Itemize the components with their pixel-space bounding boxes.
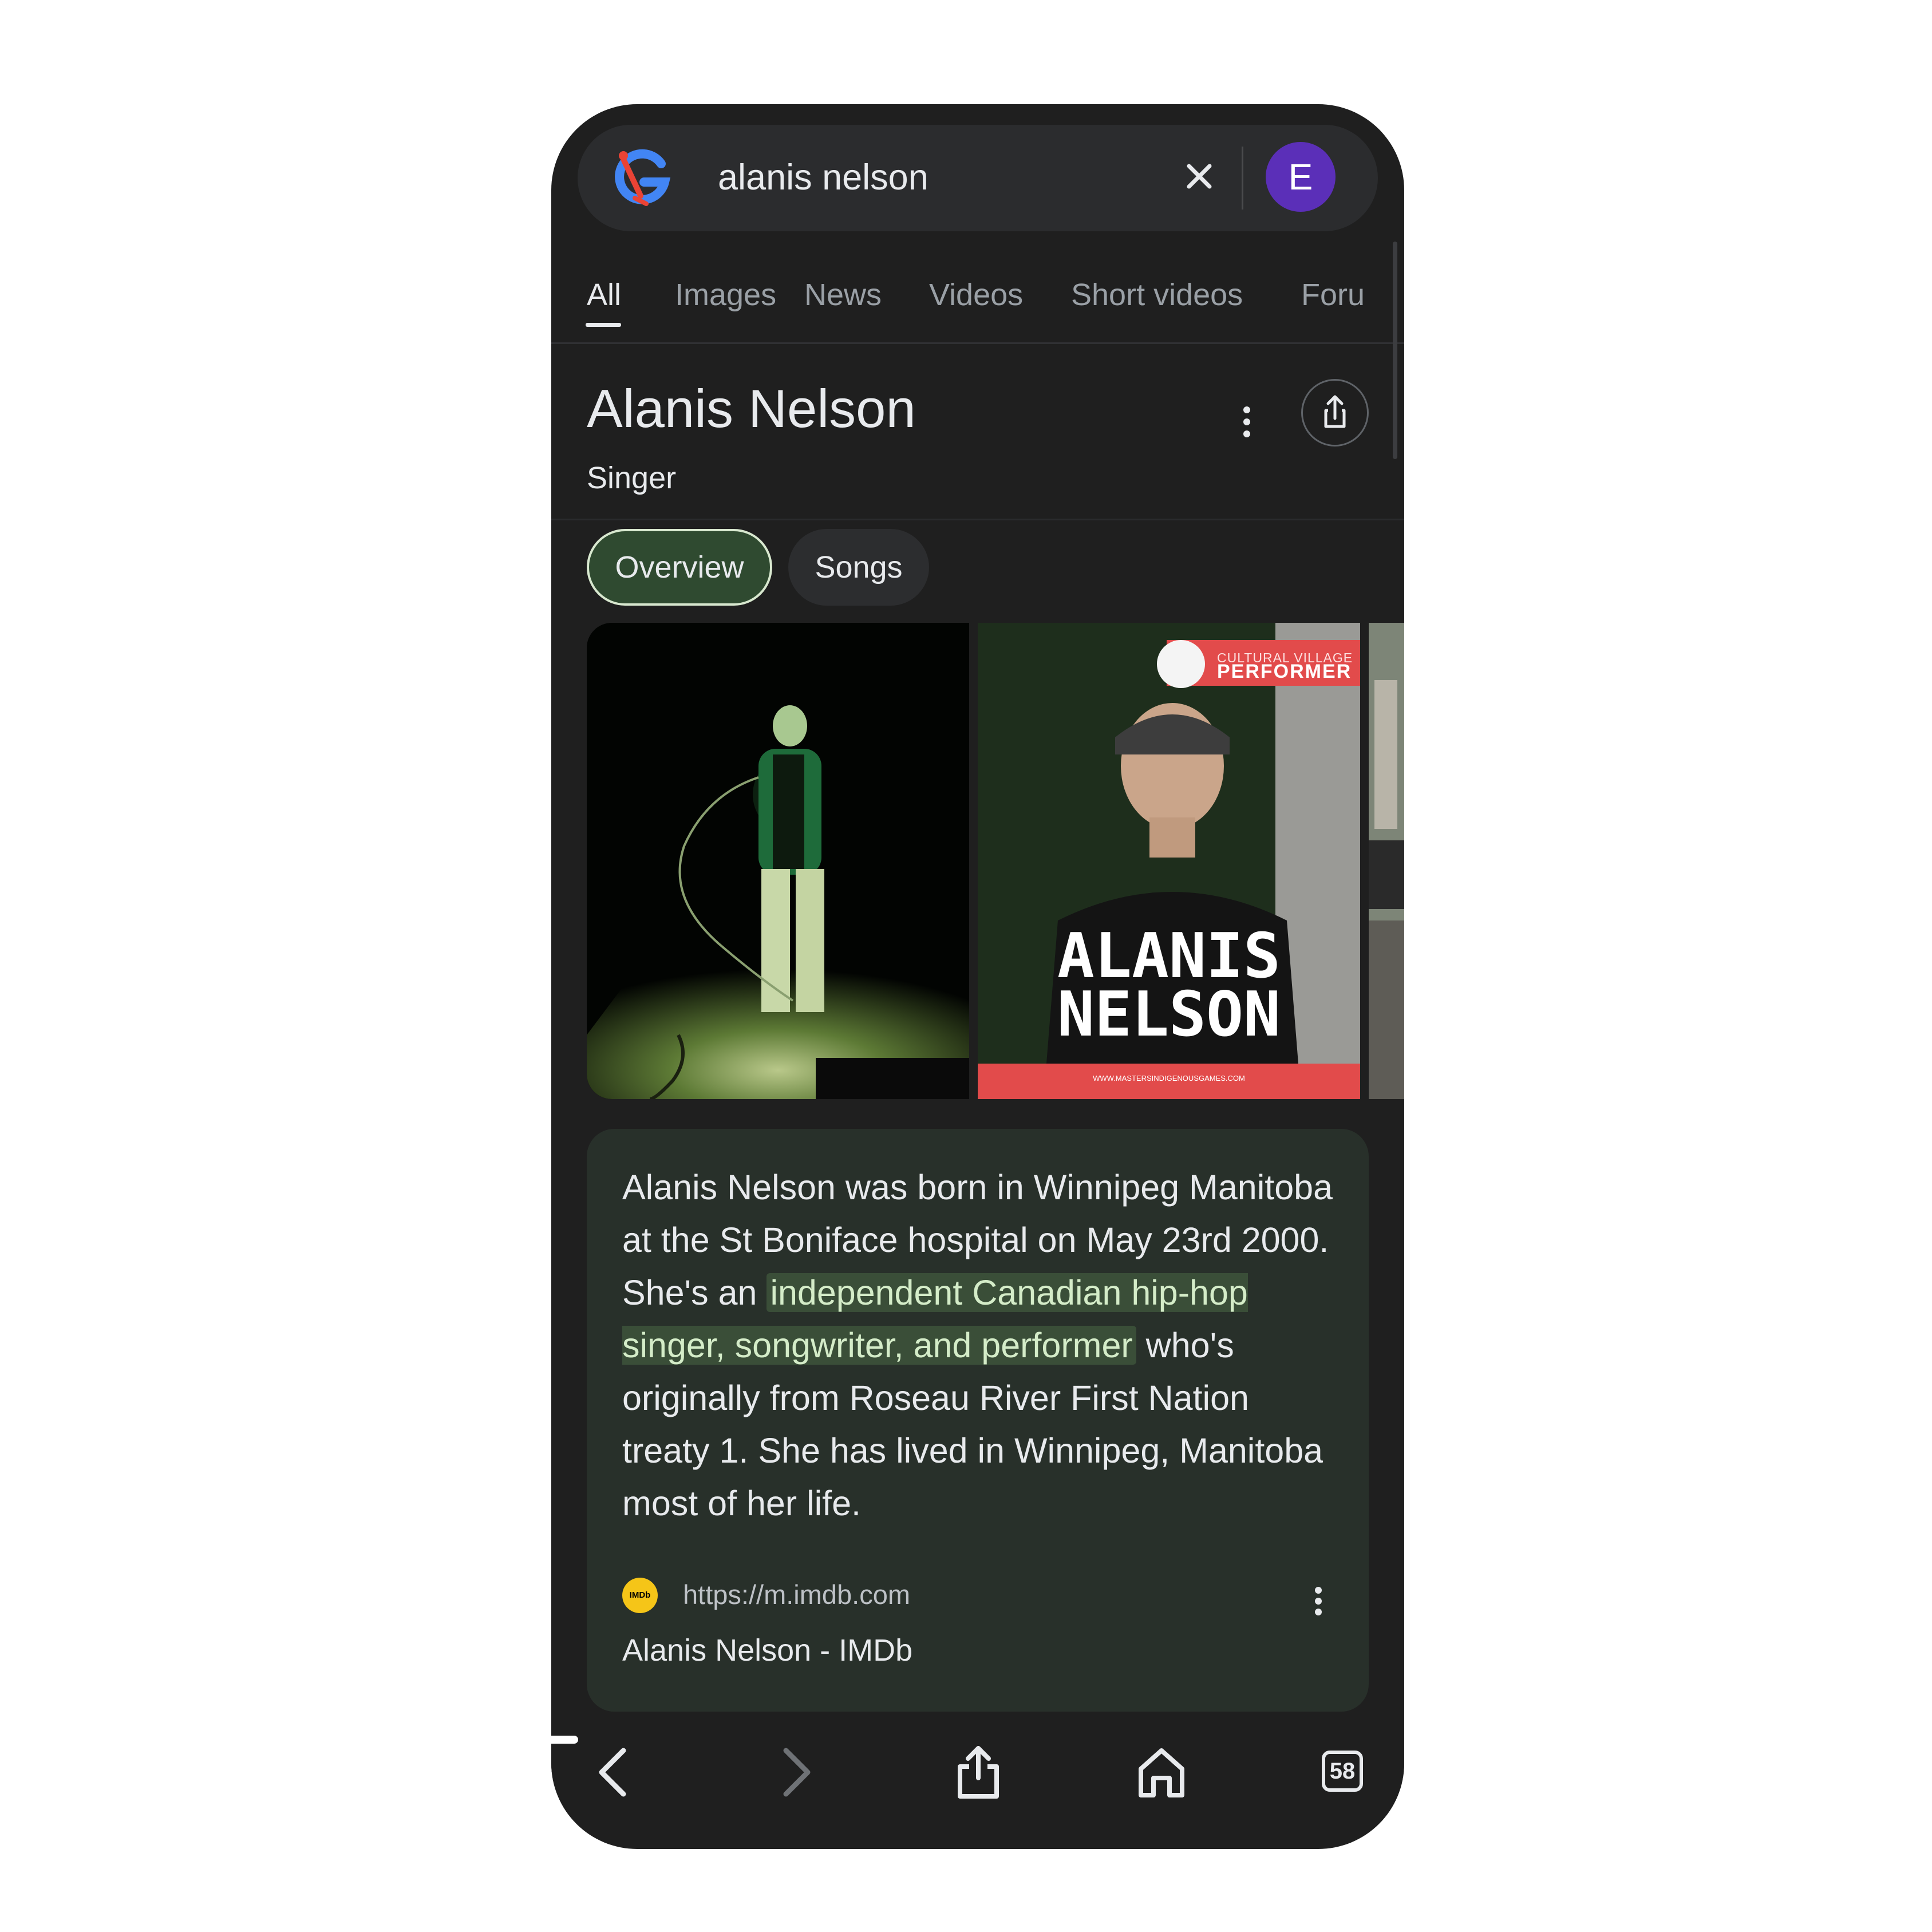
back-arrow-icon[interactable] bbox=[586, 1744, 643, 1801]
share-button[interactable] bbox=[1301, 379, 1369, 447]
search-tabs: All Images News Videos Short videos Foru bbox=[551, 266, 1404, 333]
tabs-divider bbox=[551, 342, 1404, 344]
source-title[interactable]: Alanis Nelson - IMDb bbox=[622, 1633, 912, 1668]
imdb-logo-icon: IMDb bbox=[622, 1578, 658, 1613]
share-icon bbox=[1324, 395, 1346, 428]
home-gesture-bar[interactable] bbox=[275, 1736, 578, 1744]
active-tab-indicator bbox=[586, 323, 621, 327]
search-divider bbox=[1242, 147, 1243, 210]
chip-songs[interactable]: Songs bbox=[788, 529, 929, 606]
home-icon[interactable] bbox=[1133, 1744, 1190, 1801]
header-divider bbox=[551, 519, 1404, 520]
scrollbar[interactable] bbox=[1393, 242, 1397, 459]
description-card: Alanis Nelson was born in Winnipeg Manit… bbox=[587, 1129, 1369, 1712]
image-third-partial[interactable] bbox=[1369, 623, 1404, 1099]
google-logo-icon[interactable] bbox=[612, 147, 671, 208]
entity-subtitle: Singer bbox=[587, 461, 677, 495]
search-bar[interactable]: alanis nelson E bbox=[578, 125, 1378, 231]
poster-footer: WWW.MASTERSINDIGENOUSGAMES.COM bbox=[1093, 1074, 1245, 1082]
description-text: Alanis Nelson was born in Winnipeg Manit… bbox=[622, 1161, 1344, 1530]
tab-images[interactable]: Images bbox=[675, 277, 776, 313]
source-url[interactable]: https://m.imdb.com bbox=[683, 1579, 910, 1610]
entity-title: Alanis Nelson bbox=[587, 378, 916, 438]
tab-forums[interactable]: Foru bbox=[1301, 277, 1365, 313]
chip-overview[interactable]: Overview bbox=[587, 529, 772, 606]
poster-badge-line2: PERFORMER bbox=[1217, 661, 1352, 682]
image-carousel[interactable]: CULTURAL VILLAGE PERFORMER ALANIS NELSON… bbox=[587, 623, 1404, 1099]
tab-news[interactable]: News bbox=[804, 277, 882, 313]
image-performer-poster[interactable]: CULTURAL VILLAGE PERFORMER ALANIS NELSON… bbox=[978, 623, 1360, 1099]
account-avatar[interactable]: E bbox=[1266, 142, 1336, 212]
tab-switcher-button[interactable]: 58 bbox=[1322, 1751, 1363, 1792]
clear-icon[interactable] bbox=[1179, 156, 1220, 197]
share-icon[interactable] bbox=[950, 1744, 1007, 1801]
image-performer-stage[interactable] bbox=[587, 623, 969, 1099]
forward-arrow-icon[interactable] bbox=[767, 1744, 824, 1801]
phone-screen: alanis nelson E All Images News Videos S… bbox=[551, 104, 1404, 1849]
search-query[interactable]: alanis nelson bbox=[718, 153, 929, 202]
poster-name-line2: NELSON bbox=[1057, 979, 1281, 1050]
more-options-icon[interactable] bbox=[1241, 402, 1253, 442]
tab-all[interactable]: All bbox=[587, 277, 621, 313]
source-more-options-icon[interactable] bbox=[1313, 1583, 1324, 1619]
tab-short-videos[interactable]: Short videos bbox=[1071, 277, 1243, 313]
bottom-toolbar: 58 bbox=[551, 1724, 1404, 1822]
tab-videos[interactable]: Videos bbox=[929, 277, 1023, 313]
